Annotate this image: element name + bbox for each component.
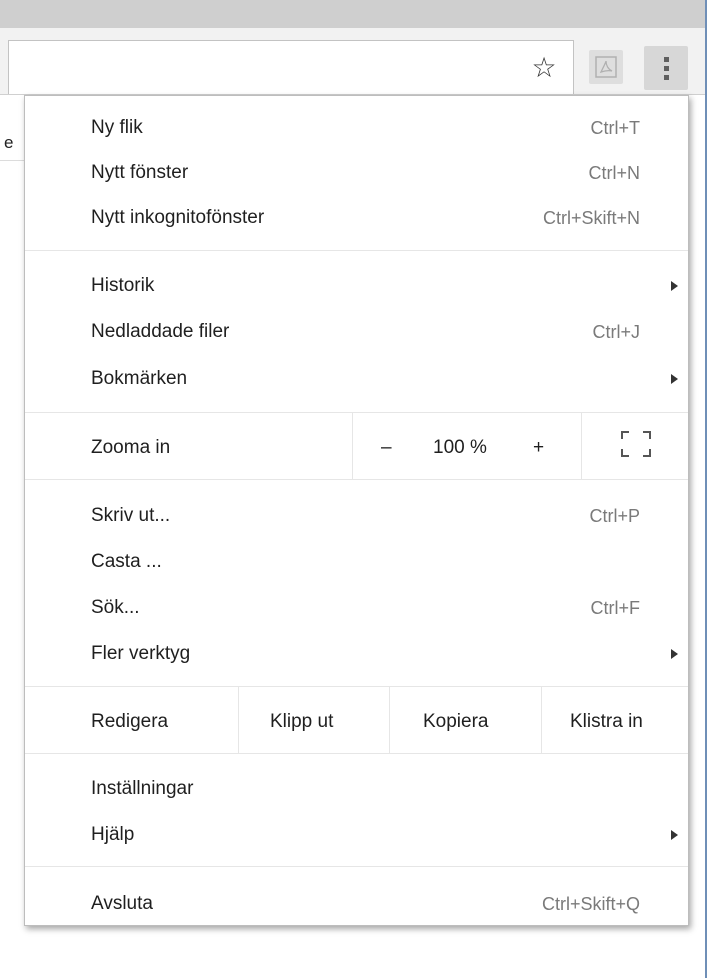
menu-separator [25,866,688,867]
menu-item-label: Nedladdade filer [91,321,230,342]
menu-item-shortcut: Ctrl+J [592,322,640,342]
paste-button[interactable]: Klistra in [570,706,643,738]
menu-item-label: Historik [91,275,155,296]
fullscreen-icon[interactable] [621,431,651,457]
menu-item-shortcut: Ctrl+Skift+Q [541,894,640,914]
menu-item-zoom: Zooma in [25,432,688,464]
zoom-divider [581,413,582,479]
submenu-arrow-icon [671,830,678,840]
zoom-label: Zooma in [91,437,171,458]
window-edge [705,0,724,978]
menu-item-label: Nytt fönster [91,162,189,183]
submenu-arrow-icon [671,281,678,291]
menu-separator [25,250,688,251]
pdf-icon [595,56,617,78]
kebab-dot-icon [664,57,669,62]
menu-item-help[interactable]: Hjälp [25,819,688,851]
clipped-page-text: e [4,133,14,152]
zoom-level-value: 100 % [433,437,487,458]
zoom-divider [352,413,353,479]
zoom-in-button[interactable]: + [533,432,544,464]
browser-top-strip [0,0,705,28]
menu-item-downloads[interactable]: Nedladdade filer Ctrl+J [25,316,688,348]
menu-item-print[interactable]: Skriv ut... Ctrl+P [25,500,688,532]
menu-item-label: Bokmärken [91,368,188,389]
kebab-dot-icon [664,66,669,71]
browser-menu-button[interactable] [644,46,688,90]
bookmark-star-icon[interactable]: ☆ [528,52,560,84]
pdf-extension-button[interactable] [589,50,623,84]
menu-item-label: Sök... [91,597,140,618]
menu-item-bookmarks[interactable]: Bokmärken [25,363,688,395]
browser-app-menu: Ny flik Ctrl+T Nytt fönster Ctrl+N Nytt … [24,95,689,926]
menu-item-label: Nytt inkognitofönster [91,207,265,228]
menu-item-settings[interactable]: Inställningar [25,773,688,805]
menu-item-label: Avsluta [91,893,153,914]
menu-item-label: Casta ... [91,551,162,572]
copy-button[interactable]: Kopiera [423,706,489,738]
menu-item-exit[interactable]: Avsluta Ctrl+Skift+Q [25,888,688,920]
submenu-arrow-icon [671,649,678,659]
page-content-clip: e [0,95,24,161]
address-bar[interactable] [8,40,574,94]
menu-item-shortcut: Ctrl+T [590,118,641,138]
menu-item-label: Hjälp [91,824,135,845]
menu-item-shortcut: Ctrl+N [588,163,640,183]
menu-item-history[interactable]: Historik [25,270,688,302]
edit-divider [389,687,390,753]
menu-item-new-window[interactable]: Nytt fönster Ctrl+N [25,157,688,189]
edit-divider [541,687,542,753]
menu-item-shortcut: Ctrl+P [589,506,640,526]
menu-item-label: Skriv ut... [91,505,171,526]
menu-item-cast[interactable]: Casta ... [25,546,688,578]
menu-item-shortcut: Ctrl+F [590,598,641,618]
menu-separator [25,753,688,754]
menu-item-new-incognito[interactable]: Nytt inkognitofönster Ctrl+Skift+N [25,202,688,234]
menu-item-label: Fler verktyg [91,643,191,664]
submenu-arrow-icon [671,374,678,384]
edit-label: Redigera [91,711,169,732]
menu-item-shortcut: Ctrl+Skift+N [542,208,640,228]
zoom-out-button[interactable]: – [381,432,392,464]
menu-item-find[interactable]: Sök... Ctrl+F [25,592,688,624]
menu-separator [25,686,688,687]
menu-item-label: Inställningar [91,778,194,799]
menu-item-more-tools[interactable]: Fler verktyg [25,638,688,670]
cut-button[interactable]: Klipp ut [270,706,333,738]
menu-item-label: Ny flik [91,117,143,138]
menu-separator [25,412,688,413]
menu-separator [25,479,688,480]
edit-divider [238,687,239,753]
menu-item-new-tab[interactable]: Ny flik Ctrl+T [25,112,688,144]
kebab-dot-icon [664,75,669,80]
